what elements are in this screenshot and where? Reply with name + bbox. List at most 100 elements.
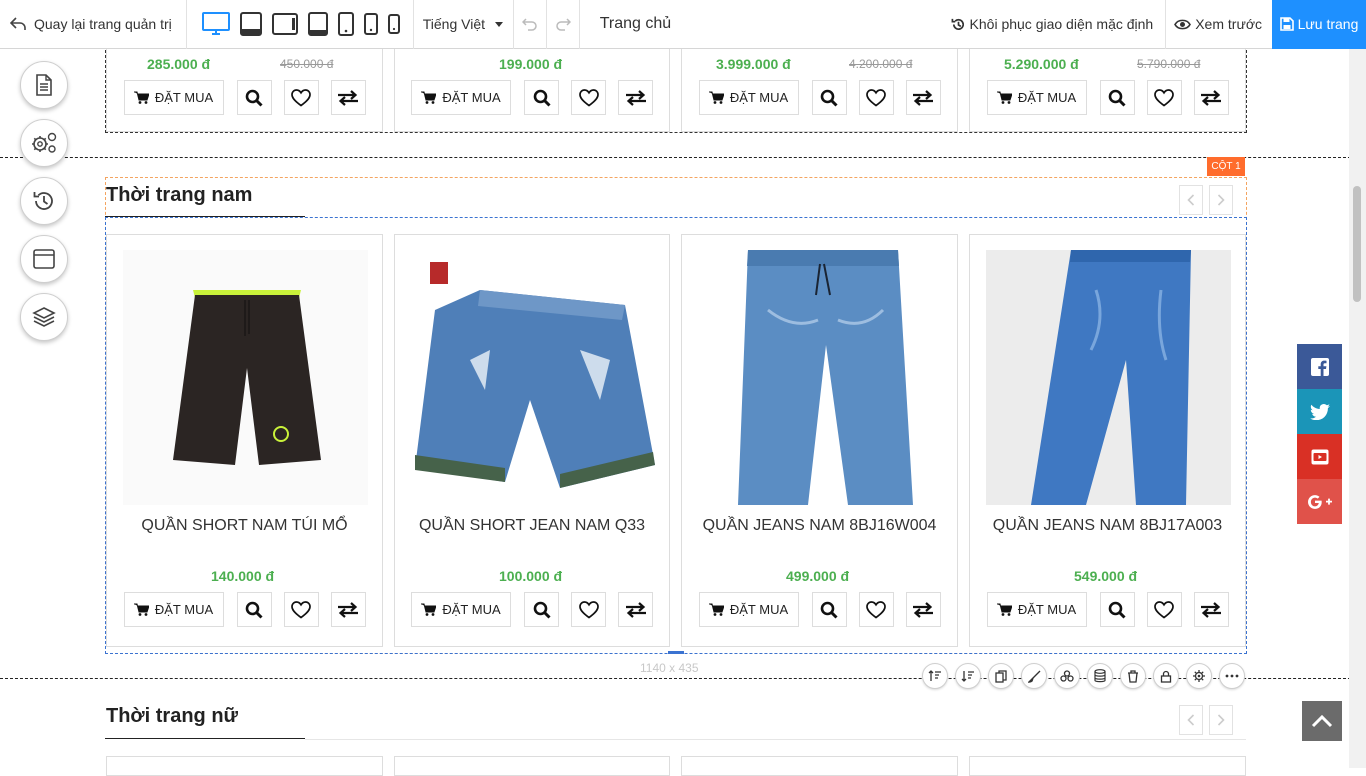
scrollbar-thumb[interactable] <box>1353 186 1361 302</box>
product-price: 100.000 đ <box>499 568 563 584</box>
laptop-view-button[interactable] <box>239 0 262 49</box>
floppy-disk-icon <box>1279 17 1294 31</box>
product-name[interactable]: QUẦN JEANS NAM 8BJ17A003 <box>970 517 1245 535</box>
product-image[interactable] <box>123 250 368 505</box>
twitter-button[interactable] <box>1297 389 1342 434</box>
add-to-cart-button[interactable]: ĐẶT MUA <box>411 80 511 115</box>
wishlist-button[interactable] <box>858 80 894 115</box>
wishlist-button[interactable] <box>571 592 606 627</box>
compare-button[interactable] <box>330 592 366 627</box>
add-to-cart-label: ĐẶT MUA <box>154 90 214 105</box>
phone-tiny-view-button[interactable] <box>387 0 400 49</box>
layers-tool-button[interactable] <box>20 293 68 341</box>
restore-default-button[interactable]: Khôi phục giao diện mặc định <box>941 0 1167 49</box>
language-select[interactable]: Tiếng Việt <box>414 0 514 49</box>
move-up-button[interactable] <box>922 663 948 689</box>
google-plus-button[interactable] <box>1297 479 1342 524</box>
cart-icon <box>133 91 149 104</box>
settings-tool-button[interactable] <box>20 119 68 167</box>
move-down-button[interactable] <box>955 663 981 689</box>
add-to-cart-button[interactable]: ĐẶT MUA <box>411 592 511 627</box>
product-name[interactable]: QUẦN JEANS NAM 8BJ16W004 <box>682 517 957 535</box>
carousel-prev-button[interactable] <box>1179 185 1203 215</box>
section-title: Thời trang nam <box>106 184 253 206</box>
layout-tool-button[interactable] <box>20 235 68 283</box>
carousel-prev-button[interactable] <box>1179 705 1203 735</box>
pages-tool-button[interactable] <box>20 61 68 109</box>
compare-button[interactable] <box>905 592 941 627</box>
resize-handle[interactable] <box>668 651 684 654</box>
add-to-cart-button[interactable]: ĐẶT MUA <box>698 80 799 115</box>
quick-view-button[interactable] <box>1099 80 1135 115</box>
undo-button[interactable] <box>514 0 547 49</box>
carousel-next-button[interactable] <box>1209 705 1233 735</box>
youtube-button[interactable] <box>1297 434 1342 479</box>
wishlist-button[interactable] <box>283 592 319 627</box>
vertical-scrollbar[interactable] <box>1349 49 1366 768</box>
carousel-next-button[interactable] <box>1209 185 1233 215</box>
wishlist-button[interactable] <box>1146 592 1182 627</box>
quick-view-button[interactable] <box>524 80 559 115</box>
column-badge[interactable]: CỘT 1 <box>1207 157 1245 176</box>
product-image[interactable] <box>698 250 943 505</box>
trash-icon <box>1128 669 1138 683</box>
duplicate-button[interactable] <box>988 663 1014 689</box>
add-to-cart-button[interactable]: ĐẶT MUA <box>986 592 1087 627</box>
wishlist-button[interactable] <box>283 80 319 115</box>
product-price: 285.000 đ <box>147 56 211 72</box>
save-page-button[interactable]: Lưu trang <box>1272 0 1366 49</box>
desktop-icon <box>201 12 230 35</box>
cart-icon <box>996 91 1012 104</box>
quick-view-button[interactable] <box>811 80 847 115</box>
product-card: QUẦN SHORT NAM TÚI MỔ 140.000 đ ĐẶT MUA <box>106 234 383 647</box>
facebook-button[interactable] <box>1297 344 1342 389</box>
quick-view-button[interactable] <box>236 592 272 627</box>
phone-small-view-button[interactable] <box>363 0 378 49</box>
product-old-price: 5.790.000 đ <box>1137 57 1201 71</box>
product-card: 285.000 đ 450.000 đ ĐẶT MUA <box>106 40 383 132</box>
desktop-view-button[interactable] <box>201 0 230 49</box>
add-to-cart-button[interactable]: ĐẶT MUA <box>123 80 224 115</box>
back-to-admin-button[interactable]: Quay lại trang quản trị <box>0 0 187 49</box>
compare-button[interactable] <box>618 592 653 627</box>
compare-button[interactable] <box>618 80 653 115</box>
back-to-top-button[interactable] <box>1302 701 1342 741</box>
compare-button[interactable] <box>1193 592 1229 627</box>
tablet-landscape-view-button[interactable] <box>271 0 298 49</box>
wishlist-button[interactable] <box>571 80 606 115</box>
preview-button[interactable]: Xem trước <box>1166 0 1272 49</box>
block-settings-button[interactable] <box>1186 663 1212 689</box>
history-tool-button[interactable] <box>20 177 68 225</box>
more-options-button[interactable] <box>1219 663 1245 689</box>
wishlist-button[interactable] <box>1146 80 1182 115</box>
compare-button[interactable] <box>1193 80 1229 115</box>
add-to-cart-button[interactable]: ĐẶT MUA <box>123 592 224 627</box>
product-image[interactable] <box>410 250 655 505</box>
wishlist-button[interactable] <box>858 592 894 627</box>
quick-view-button[interactable] <box>811 592 847 627</box>
quick-view-button[interactable] <box>236 80 272 115</box>
history-icon <box>33 192 53 210</box>
tablet-view-button[interactable] <box>307 0 328 49</box>
quick-view-button[interactable] <box>524 592 559 627</box>
search-icon <box>533 89 551 107</box>
group-button[interactable] <box>1054 663 1080 689</box>
compare-button[interactable] <box>330 80 366 115</box>
data-source-button[interactable] <box>1087 663 1113 689</box>
title-underline <box>105 738 305 739</box>
add-to-cart-label: ĐẶT MUA <box>1017 90 1077 105</box>
heart-icon <box>1154 88 1174 107</box>
product-name[interactable]: QUẦN SHORT NAM TÚI MỔ <box>107 517 382 535</box>
delete-button[interactable] <box>1120 663 1146 689</box>
product-name[interactable]: QUẦN SHORT JEAN NAM Q33 <box>395 517 669 535</box>
add-to-cart-button[interactable]: ĐẶT MUA <box>986 80 1087 115</box>
preview-label: Xem trước <box>1195 16 1262 32</box>
lock-button[interactable] <box>1153 663 1179 689</box>
style-button[interactable] <box>1021 663 1047 689</box>
product-image[interactable] <box>986 250 1231 505</box>
redo-button[interactable] <box>547 0 580 49</box>
quick-view-button[interactable] <box>1099 592 1135 627</box>
compare-button[interactable] <box>905 80 941 115</box>
phone-view-button[interactable] <box>337 0 354 49</box>
add-to-cart-button[interactable]: ĐẶT MUA <box>698 592 799 627</box>
